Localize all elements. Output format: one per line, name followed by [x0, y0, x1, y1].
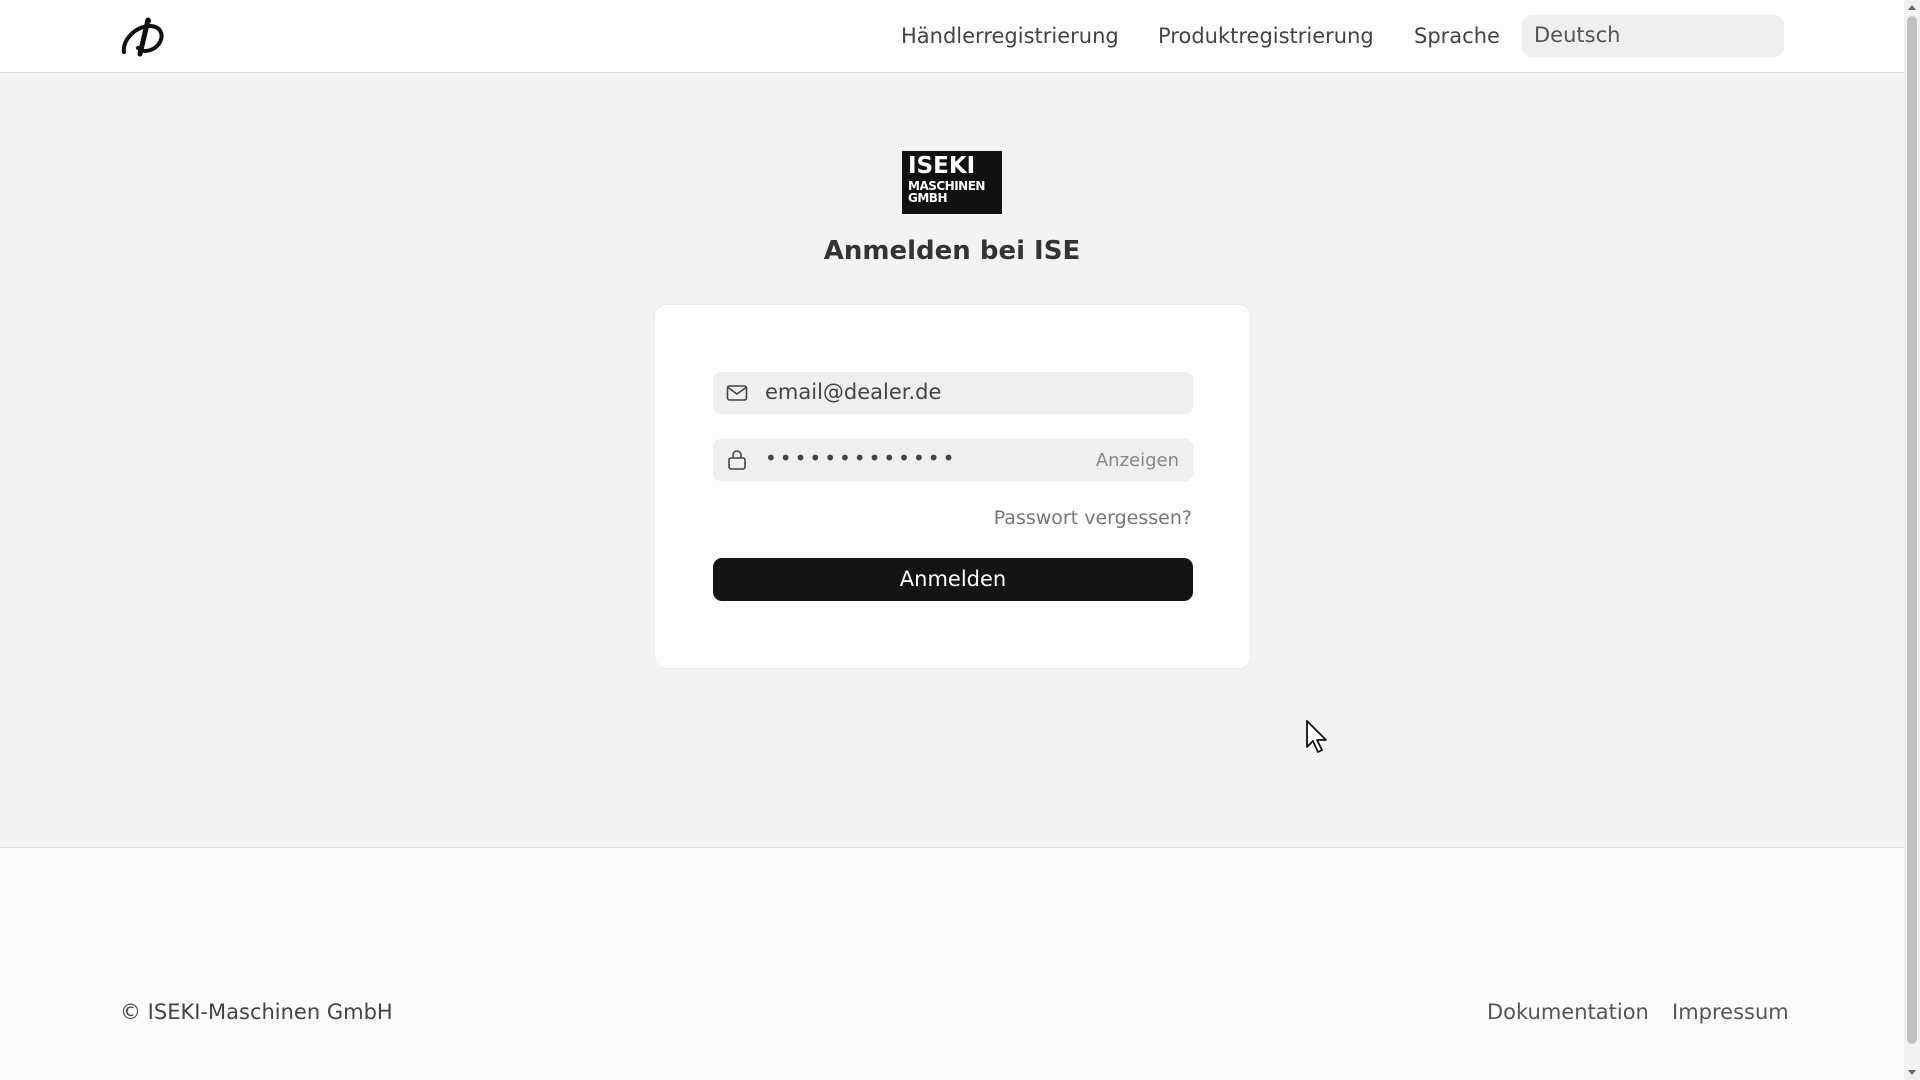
scroll-thumb[interactable] [1907, 16, 1917, 1044]
mouse-cursor-icon [1306, 720, 1327, 753]
lock-icon [728, 450, 746, 470]
forgot-password-link[interactable]: Passwort vergessen? [994, 507, 1192, 529]
login-card: email@dealer.de ••••••••••••• Anzeigen P… [654, 304, 1251, 669]
footer-link-documentation[interactable]: Dokumentation [1487, 1000, 1649, 1024]
email-field[interactable]: email@dealer.de [713, 372, 1193, 414]
logo-line-1: ISEKI [908, 153, 976, 179]
logo-line-3: GMBH [908, 191, 947, 205]
email-value: email@dealer.de [765, 380, 942, 404]
top-header: Händlerregistrierung Produktregistrierun… [0, 0, 1904, 73]
language-select-value: Deutsch [1534, 23, 1621, 47]
nav-dealer-registration[interactable]: Händlerregistrierung [901, 24, 1119, 48]
footer-link-imprint[interactable]: Impressum [1672, 1000, 1789, 1024]
language-select[interactable]: Deutsch [1522, 15, 1784, 57]
login-button[interactable]: Anmelden [713, 558, 1193, 601]
scroll-up-arrow-icon[interactable] [1908, 5, 1916, 10]
language-label: Sprache [1414, 24, 1500, 48]
footer: © ISEKI-Maschinen GmbH Dokumentation Imp… [0, 847, 1904, 1080]
vertical-scrollbar[interactable] [1904, 0, 1920, 1080]
page-title: Anmelden bei ISE [823, 236, 1081, 266]
password-field[interactable]: ••••••••••••• Anzeigen [713, 439, 1193, 481]
scroll-down-arrow-icon[interactable] [1908, 1070, 1916, 1075]
password-value: ••••••••••••• [765, 446, 958, 470]
mail-icon [726, 385, 748, 401]
nav-product-registration[interactable]: Produktregistrierung [1158, 24, 1374, 48]
copyright-text: © ISEKI-Maschinen GmbH [120, 1000, 393, 1024]
show-password-button[interactable]: Anzeigen [1096, 450, 1179, 471]
brand-swirl-icon[interactable] [118, 16, 166, 58]
iseki-logo: ISEKI MASCHINEN GMBH [902, 151, 1002, 214]
